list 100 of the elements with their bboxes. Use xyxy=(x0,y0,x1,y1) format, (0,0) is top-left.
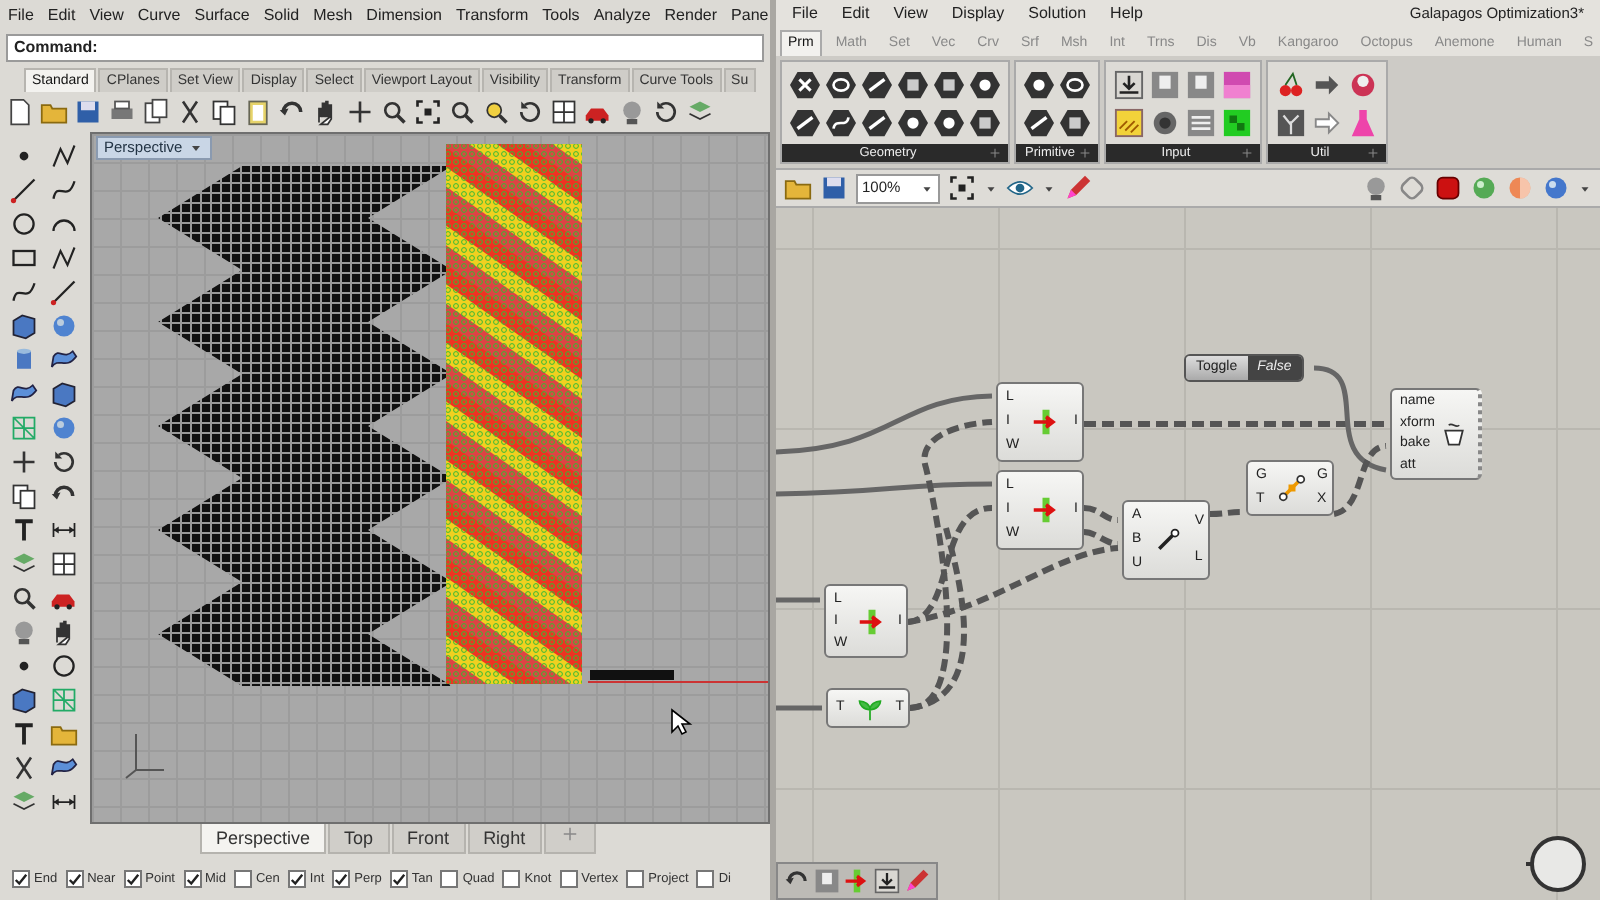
rotate-icon[interactable] xyxy=(50,448,78,476)
folder-icon[interactable] xyxy=(784,174,812,202)
line-icon[interactable] xyxy=(10,176,38,204)
save-icon[interactable] xyxy=(820,174,848,202)
folder-icon[interactable] xyxy=(50,720,78,748)
pen-icon[interactable] xyxy=(1064,174,1092,202)
viewport-tab[interactable]: Right xyxy=(467,824,542,854)
hexagon-icon[interactable] xyxy=(898,107,928,137)
hexagon-icon[interactable] xyxy=(934,69,964,99)
hexagon-icon[interactable] xyxy=(790,69,820,99)
menu-item[interactable]: Curve xyxy=(137,3,181,27)
import-icon[interactable] xyxy=(1114,69,1144,99)
menu-item[interactable]: View xyxy=(893,2,928,26)
osnap-checkbox[interactable] xyxy=(440,870,459,888)
menu-item[interactable]: Solid xyxy=(263,3,300,27)
osnap-checkbox[interactable] xyxy=(696,870,715,888)
cherry-icon[interactable] xyxy=(1276,69,1306,99)
save-icon[interactable] xyxy=(74,98,102,126)
paste-icon[interactable] xyxy=(244,98,272,126)
shaded-box-icon[interactable] xyxy=(1434,174,1462,202)
osnap-checkbox[interactable] xyxy=(123,870,142,888)
menu-item[interactable]: Analyze xyxy=(593,3,651,27)
text-icon[interactable] xyxy=(10,720,38,748)
hexagon-icon[interactable] xyxy=(1024,107,1054,137)
hexagon-icon[interactable] xyxy=(862,107,892,137)
grid-icon[interactable] xyxy=(50,550,78,578)
arrow-icon[interactable] xyxy=(1312,107,1342,137)
zoom-icon[interactable] xyxy=(380,98,408,126)
menu-item[interactable]: Surface xyxy=(194,3,250,27)
four-viewports-icon[interactable] xyxy=(550,98,578,126)
circle-icon[interactable] xyxy=(10,210,38,238)
menu-item[interactable]: Tools xyxy=(542,3,580,27)
box-icon[interactable] xyxy=(10,686,38,714)
pixel-grid-icon[interactable] xyxy=(1222,107,1252,137)
osnap-checkbox[interactable] xyxy=(626,870,645,888)
light-icon[interactable] xyxy=(10,618,38,646)
osnap-checkbox[interactable] xyxy=(502,870,521,888)
rotate-view-icon[interactable] xyxy=(516,98,544,126)
caret-icon[interactable] xyxy=(1042,181,1056,195)
gradient-icon[interactable] xyxy=(1222,69,1252,99)
menu-item[interactable]: Help xyxy=(1110,2,1143,26)
dial-icon[interactable] xyxy=(1150,107,1180,137)
hexagon-icon[interactable] xyxy=(1060,107,1090,137)
hexagon-icon[interactable] xyxy=(862,69,892,99)
menu-item[interactable]: Solution xyxy=(1028,2,1087,26)
tree-icon[interactable] xyxy=(1276,107,1306,137)
line-icon[interactable] xyxy=(50,278,78,306)
menu-item[interactable]: Edit xyxy=(841,2,870,26)
command-field[interactable]: Command: xyxy=(6,34,764,62)
menu-item[interactable]: Pane xyxy=(731,3,769,27)
copy-icon[interactable] xyxy=(210,98,238,126)
folder-icon[interactable] xyxy=(40,98,68,126)
hexagon-icon[interactable] xyxy=(1060,69,1090,99)
osnap-checkbox[interactable] xyxy=(183,870,201,888)
zoom-selected-icon[interactable] xyxy=(482,98,510,126)
menu-item[interactable]: Dimension xyxy=(366,3,442,27)
menu-item[interactable]: File xyxy=(8,3,34,27)
flask-icon[interactable] xyxy=(1348,107,1378,137)
hexagon-icon[interactable] xyxy=(790,107,820,137)
move-icon[interactable] xyxy=(10,448,38,476)
curve-icon[interactable] xyxy=(50,176,78,204)
osnap-checkbox[interactable] xyxy=(559,870,578,888)
curve-icon[interactable] xyxy=(10,278,38,306)
zoom-extents-icon[interactable] xyxy=(948,174,976,202)
hexagon-icon[interactable] xyxy=(934,107,964,137)
hexagon-icon[interactable] xyxy=(826,69,856,99)
sphere-icon[interactable] xyxy=(1542,174,1570,202)
caret-icon[interactable] xyxy=(984,181,998,195)
menu-item[interactable]: Edit xyxy=(47,3,76,27)
caret-icon[interactable] xyxy=(1578,181,1592,195)
light-icon[interactable] xyxy=(1362,174,1390,202)
viewport-tab[interactable]: Front xyxy=(391,824,466,854)
osnap-checkbox[interactable] xyxy=(332,870,351,888)
zoom-extents-icon[interactable] xyxy=(448,98,476,126)
polyline-icon[interactable] xyxy=(50,244,78,272)
viewport-tab[interactable]: Perspective xyxy=(200,824,327,854)
text-panel-icon[interactable] xyxy=(1114,107,1144,137)
move-icon[interactable] xyxy=(346,98,374,126)
copy-icon[interactable] xyxy=(10,482,38,510)
viewport-tab[interactable]: Top xyxy=(328,824,390,854)
menu-item[interactable]: Render xyxy=(664,3,718,27)
navigation-compass-icon[interactable] xyxy=(1524,832,1588,896)
osnap-checkbox[interactable] xyxy=(287,870,306,888)
layers-icon[interactable] xyxy=(10,550,38,578)
caret-icon[interactable] xyxy=(188,140,205,156)
hexagon-icon[interactable] xyxy=(898,69,928,99)
zoom-window-icon[interactable] xyxy=(414,98,442,126)
page-layout-icon[interactable] xyxy=(142,98,170,126)
box-icon[interactable] xyxy=(50,380,78,408)
hexagon-icon[interactable] xyxy=(970,107,1000,137)
osnap-checkbox[interactable] xyxy=(12,870,30,888)
zoom-icon[interactable] xyxy=(10,584,38,612)
sphere-icon[interactable] xyxy=(1348,69,1378,99)
osnap-checkbox[interactable] xyxy=(65,870,84,888)
layers-icon[interactable] xyxy=(686,98,714,126)
text-icon[interactable] xyxy=(10,516,38,544)
hexagon-icon[interactable] xyxy=(970,69,1000,99)
hexagon-icon[interactable] xyxy=(1024,69,1054,99)
osnap-checkbox[interactable] xyxy=(389,870,408,888)
rotate-icon[interactable] xyxy=(652,98,680,126)
